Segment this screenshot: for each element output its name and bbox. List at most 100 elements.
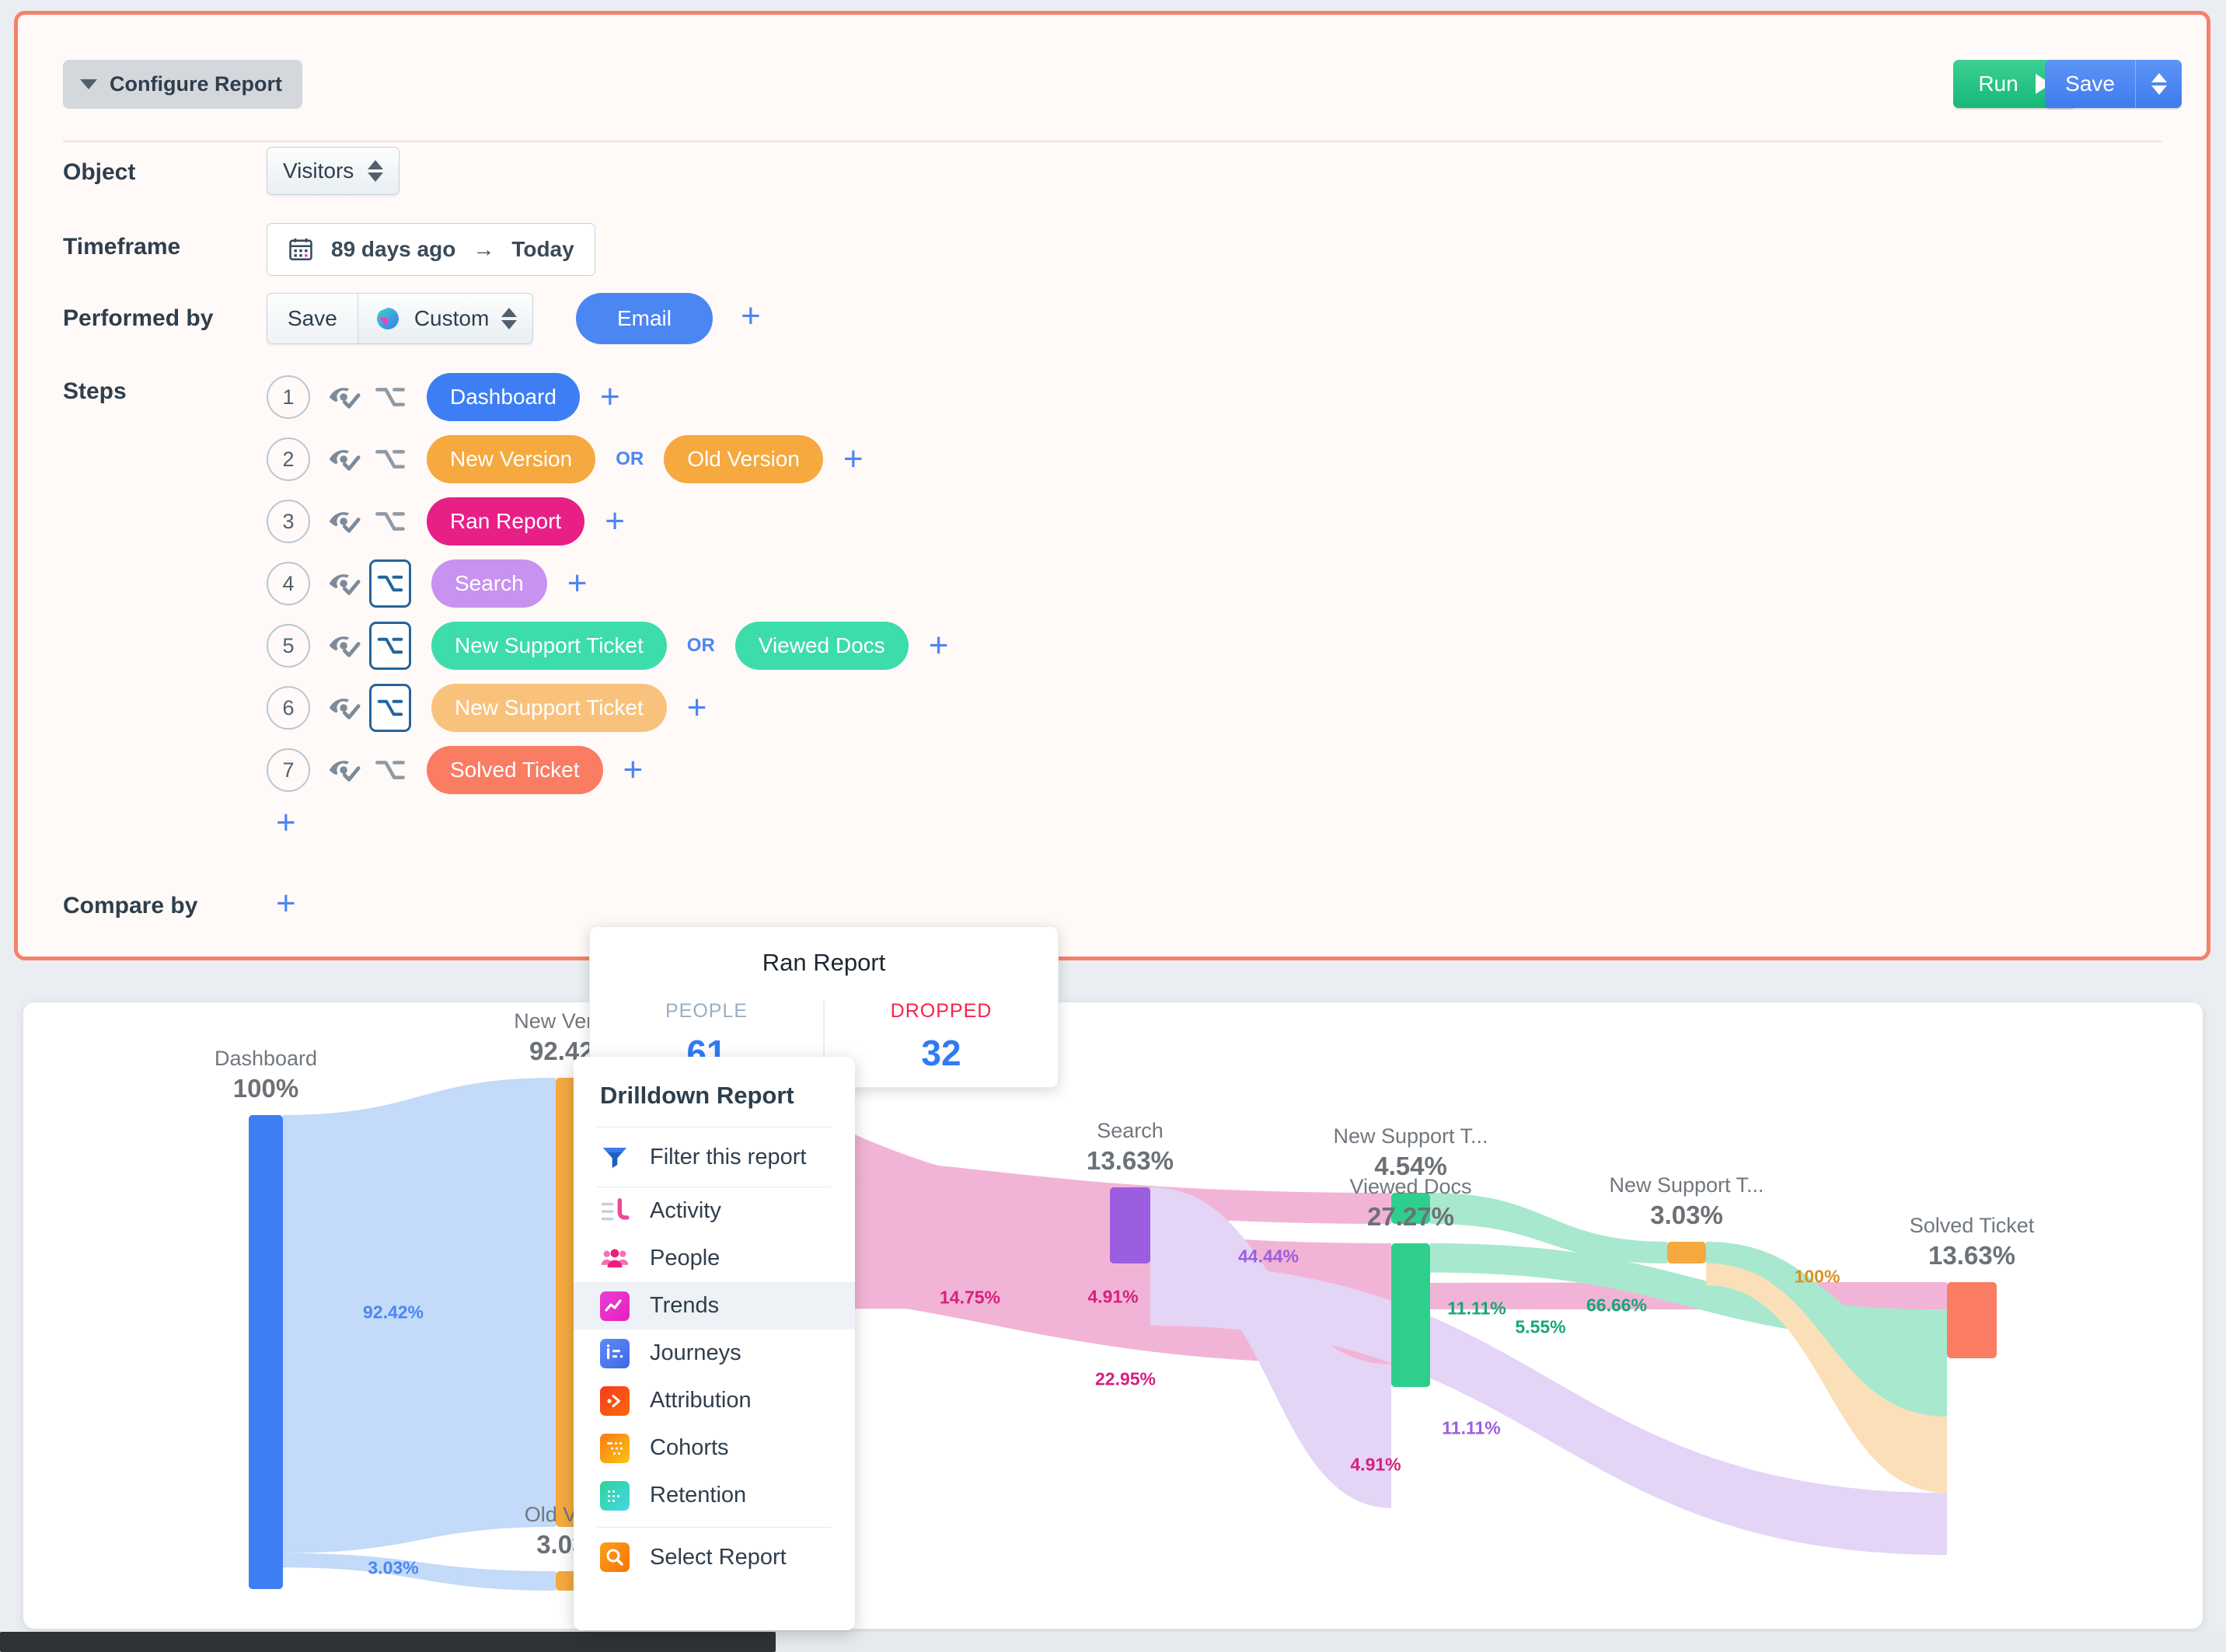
drilldown-report-menu: Drilldown Report Filter this report Acti… bbox=[574, 1057, 855, 1630]
sankey-node-label: Solved Ticket 13.63% bbox=[1910, 1214, 2035, 1270]
eye-check-icon[interactable] bbox=[327, 691, 361, 725]
option-key-icon[interactable] bbox=[369, 684, 411, 732]
step-event-pill[interactable]: Old Version bbox=[664, 435, 823, 483]
step-pill-group: New Support Ticket OR Viewed Docs + bbox=[431, 622, 948, 670]
steps-row-label: Steps bbox=[63, 378, 127, 404]
configure-report-toggle[interactable]: Configure Report bbox=[63, 60, 302, 109]
menu-item-attribution[interactable]: Attribution bbox=[574, 1377, 855, 1424]
add-step-event-button[interactable]: + bbox=[600, 380, 620, 414]
sankey-node[interactable] bbox=[249, 1115, 283, 1589]
menu-item-label: Journeys bbox=[650, 1340, 741, 1365]
compare-by-row-label: Compare by bbox=[63, 893, 198, 918]
drilldown-menu-title: Drilldown Report bbox=[600, 1082, 794, 1109]
object-select[interactable]: Visitors bbox=[267, 147, 400, 195]
performed-by-save-button[interactable]: Save bbox=[267, 294, 358, 343]
sankey-link-label: 100% bbox=[1794, 1266, 1840, 1287]
add-step-button[interactable]: + bbox=[276, 806, 296, 840]
horizontal-scrollbar-thumb[interactable] bbox=[0, 1632, 776, 1652]
sankey-link-label: 3.03% bbox=[368, 1557, 419, 1578]
sankey-node-percent: 27.27% bbox=[1367, 1202, 1454, 1231]
add-performed-by-button[interactable]: + bbox=[741, 299, 761, 333]
sankey-node[interactable] bbox=[1947, 1282, 1997, 1358]
sankey-node-name: New Support T... bbox=[1333, 1124, 1488, 1148]
add-step-event-button[interactable]: + bbox=[687, 691, 707, 725]
cohorts-icon bbox=[600, 1433, 630, 1463]
performed-by-email-pill[interactable]: Email bbox=[576, 293, 713, 344]
add-step-event-button[interactable]: + bbox=[623, 753, 644, 787]
updown-icon bbox=[368, 160, 384, 182]
sankey-link-label: 14.75% bbox=[939, 1287, 1001, 1308]
trends-icon bbox=[600, 1291, 630, 1321]
sankey-link-label: 22.95% bbox=[1094, 1368, 1157, 1389]
eye-check-icon[interactable] bbox=[327, 629, 361, 663]
pie-chart-icon bbox=[374, 305, 402, 333]
menu-item-trends[interactable]: Trends bbox=[574, 1282, 855, 1330]
step-row: 5 New Support Ticket OR Viewed Docs + bbox=[267, 615, 948, 677]
step-number: 4 bbox=[267, 562, 310, 605]
object-row-label: Object bbox=[63, 159, 136, 185]
sankey-node[interactable] bbox=[1110, 1187, 1150, 1263]
performed-by-custom-select[interactable]: Custom bbox=[358, 294, 533, 343]
step-event-pill[interactable]: Solved Ticket bbox=[427, 746, 603, 794]
sankey-node-label: New Support T... 3.03% bbox=[1609, 1173, 1764, 1230]
sankey-link-label: 4.91% bbox=[1350, 1454, 1401, 1475]
step-event-pill[interactable]: New Version bbox=[427, 435, 596, 483]
step-pill-group: Dashboard + bbox=[427, 373, 620, 421]
step-event-pill[interactable]: New Support Ticket bbox=[431, 622, 667, 670]
configure-report-label: Configure Report bbox=[110, 72, 282, 96]
menu-item-cohorts[interactable]: Cohorts bbox=[574, 1424, 855, 1472]
sankey-node[interactable] bbox=[1391, 1243, 1430, 1387]
sankey-node-label: Viewed Docs 27.27% bbox=[1349, 1175, 1471, 1232]
add-step-event-button[interactable]: + bbox=[929, 629, 949, 663]
steps-list: 1 Dashboard +2 New Version OR Old Version +3 Ra… bbox=[267, 366, 948, 801]
chevron-down-icon bbox=[80, 79, 97, 89]
menu-item-filter-this-report[interactable]: Filter this report bbox=[574, 1127, 855, 1187]
step-event-pill[interactable]: Ran Report bbox=[427, 497, 585, 545]
step-pill-group: New Support Ticket + bbox=[431, 684, 707, 732]
option-key-icon[interactable] bbox=[374, 443, 406, 476]
eye-check-icon[interactable] bbox=[327, 380, 361, 414]
option-key-icon[interactable] bbox=[369, 622, 411, 670]
step-number: 6 bbox=[267, 686, 310, 730]
add-step-event-button[interactable]: + bbox=[605, 504, 625, 538]
sankey-link-label: 11.11% bbox=[1447, 1298, 1506, 1319]
timeframe-picker[interactable]: 89 days ago → Today bbox=[267, 223, 595, 276]
menu-item-label: Attribution bbox=[650, 1388, 752, 1413]
save-dropdown-button[interactable] bbox=[2135, 60, 2182, 108]
sankey-link-label: 92.42% bbox=[362, 1302, 424, 1323]
sankey-node-name: New Support T... bbox=[1609, 1173, 1764, 1197]
menu-item-journeys[interactable]: Journeys bbox=[574, 1330, 855, 1377]
option-key-icon[interactable] bbox=[374, 381, 406, 413]
sankey-node-percent: 3.03% bbox=[1650, 1201, 1723, 1229]
option-key-icon[interactable] bbox=[369, 559, 411, 608]
option-key-icon[interactable] bbox=[374, 754, 406, 786]
step-event-pill[interactable]: Search bbox=[431, 559, 547, 608]
sankey-chart-card bbox=[23, 1002, 2203, 1629]
menu-item-people[interactable]: People bbox=[574, 1235, 855, 1282]
menu-item-activity[interactable]: Activity bbox=[574, 1187, 855, 1235]
eye-check-icon[interactable] bbox=[327, 753, 361, 787]
menu-item-retention[interactable]: Retention bbox=[574, 1472, 855, 1519]
horizontal-scrollbar-track[interactable] bbox=[0, 1632, 2226, 1652]
option-key-icon[interactable] bbox=[374, 505, 406, 538]
step-event-pill[interactable]: Viewed Docs bbox=[734, 622, 909, 670]
step-event-pill[interactable]: New Support Ticket bbox=[431, 684, 667, 732]
eye-check-icon[interactable] bbox=[327, 566, 361, 601]
add-step-event-button[interactable]: + bbox=[843, 442, 864, 476]
save-button[interactable]: Save bbox=[2045, 60, 2135, 108]
menu-item-select-report-label: Select Report bbox=[650, 1544, 787, 1570]
menu-item-label: People bbox=[650, 1246, 720, 1270]
sankey-node-label: Search 13.63% bbox=[1087, 1119, 1174, 1176]
step-event-pill[interactable]: Dashboard bbox=[427, 373, 580, 421]
menu-item-label: Retention bbox=[650, 1483, 747, 1507]
performed-by-row-label: Performed by bbox=[63, 305, 214, 331]
add-compare-by-button[interactable]: + bbox=[276, 887, 296, 921]
timeframe-row-label: Timeframe bbox=[63, 234, 181, 260]
sankey-link-label: 44.44% bbox=[1237, 1246, 1300, 1267]
menu-item-select-report[interactable]: Select Report bbox=[574, 1528, 855, 1587]
eye-check-icon[interactable] bbox=[327, 504, 361, 538]
eye-check-icon[interactable] bbox=[327, 442, 361, 476]
sankey-link[interactable] bbox=[283, 1553, 556, 1591]
add-step-event-button[interactable]: + bbox=[567, 566, 588, 601]
sankey-node[interactable] bbox=[1667, 1242, 1706, 1263]
